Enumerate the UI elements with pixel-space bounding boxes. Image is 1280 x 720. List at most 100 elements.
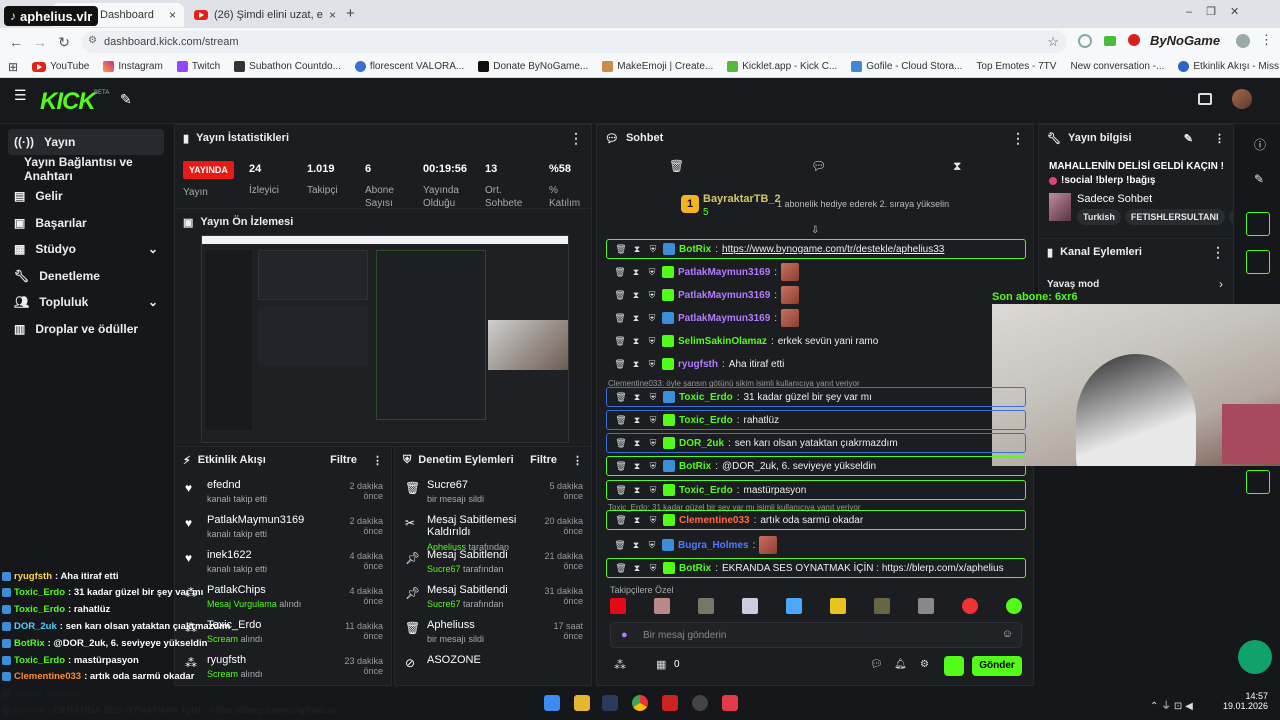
hourglass-icon[interactable]: ⧗ [953,159,961,174]
chat-username[interactable]: ryugfsth [678,359,718,370]
timeout-icon[interactable]: ⧗ [631,415,643,426]
bookmark-gofile[interactable]: Gofile - Cloud Stora... [851,61,962,72]
sidebar-item-droplar[interactable]: ▥ Droplar ve ödüller [8,316,164,342]
user-avatar[interactable] [1232,89,1252,109]
delete-icon[interactable]: 🗑︎ [615,244,627,255]
shield-icon[interactable]: ⛨ [647,415,659,426]
timeout-icon[interactable]: ⧗ [630,313,642,324]
more-icon[interactable]: ⋮ [572,454,583,467]
bynogame-logo[interactable]: ByNoGame [1150,33,1220,48]
back-icon[interactable]: ← [4,34,28,50]
delete-icon[interactable]: 🗑︎ [615,438,627,449]
emote-icon[interactable] [1006,598,1022,614]
delete-icon[interactable]: 🗑︎ [614,540,626,551]
more-icon[interactable]: ⋮ [1211,244,1225,261]
delete-icon[interactable]: 🗑︎ [615,515,627,526]
pencil-icon[interactable]: ✎ [1254,172,1264,186]
shield-icon[interactable]: ⛨ [647,438,659,449]
windows-start-icon[interactable] [544,695,560,711]
category-name[interactable]: Sadece Sohbet [1077,193,1152,205]
chat-message[interactable]: 🗑︎ ⧗ ⛨ SelimSakinOlamaz: erkek sevün yani ra… [606,331,1026,351]
bookmark-etkinlik[interactable]: Etkinlik Akışı - Miss... [1178,61,1280,72]
extension-icon[interactable] [1104,36,1116,46]
bookmark-makeemoji[interactable]: MakeEmoji | Create... [602,61,713,72]
chat-username[interactable]: PatlakMaymun3169 [678,267,770,278]
shield-icon[interactable]: ⛨ [646,359,658,370]
chat-message[interactable]: 🗑︎ ⧗ ⛨ BotRix: EKRANDA SES OYNATMAK İÇİN : h… [606,558,1026,578]
emote-icon[interactable] [874,598,890,614]
bookmark-7tv[interactable]: Top Emotes - 7TV [976,61,1056,72]
valorant-icon[interactable] [722,695,738,711]
chat-message[interactable]: 🗑︎ ⧗ ⛨ Clementine033: artık oda sarmü okadar [606,510,1026,530]
emote-icon[interactable] [742,598,758,614]
emote-icon[interactable] [786,598,802,614]
trash-icon[interactable]: 🗑︎ [669,159,684,173]
sidebar-item-denetleme[interactable]: 🔧︎ Denetleme [8,263,164,289]
scroll-down-icon[interactable]: ⇩ [811,225,819,236]
info-icon[interactable]: ⓘ [1254,136,1266,153]
mic-icon[interactable]: ● [621,629,628,641]
bookmark-twitch[interactable]: Twitch [176,61,220,72]
forward-icon[interactable]: → [28,34,52,50]
chat-message[interactable]: 🗑︎ ⧗ ⛨ Toxic_Erdo: rahatlüz [606,410,1026,430]
shield-icon[interactable]: ⛨ [647,461,659,472]
bookmark-instagram[interactable]: Instagram [103,61,163,72]
feed-item[interactable]: ⊘ ASOZONE [395,652,591,685]
close-icon[interactable]: × [169,8,176,22]
sidebar-item-stream-key[interactable]: Yayın Bağlantısı ve Anahtarı [8,155,164,183]
chat-username[interactable]: DOR_2uk [679,438,724,449]
kick-logo[interactable]: KICK [40,88,96,116]
timeout-icon[interactable]: ⧗ [630,336,642,347]
emote-icon[interactable] [962,598,978,614]
filter-button[interactable]: Filtre [530,454,557,466]
hamburger-menu-icon[interactable]: ☰ [14,88,28,102]
timeout-icon[interactable]: ⧗ [631,563,643,574]
timeout-icon[interactable]: ⧗ [630,359,642,370]
bell-icon[interactable]: 🔔︎ [894,659,907,670]
timeout-icon[interactable]: ⧗ [631,515,643,526]
address-bar[interactable]: ⚙ dashboard.kick.com/stream ☆ [82,31,1067,53]
chat-message[interactable]: 🗑︎ ⧗ ⛨ Toxic_Erdo: mastürpasyon [606,480,1026,500]
close-icon[interactable]: × [329,8,336,22]
timeout-icon[interactable]: ⧗ [631,244,643,255]
shield-icon[interactable]: ⛨ [647,563,659,574]
shield-icon[interactable]: ⛨ [646,290,658,301]
chat-username[interactable]: BotRix [679,461,711,472]
emote-icon[interactable] [610,598,626,614]
send-button[interactable]: Gönder [972,656,1022,676]
obs-icon[interactable] [692,695,708,711]
bookmark-star-icon[interactable]: ☆ [1047,34,1059,50]
shield-icon[interactable]: ⛨ [646,267,658,278]
sidebar-item-studyo[interactable]: ▦ Stüdyo ⌄ [8,236,164,262]
reload-icon[interactable]: ↻ [52,34,76,51]
delete-icon[interactable]: 🗑︎ [615,392,627,403]
shield-icon[interactable]: ⛨ [647,244,659,255]
emoji-icon[interactable]: ☺ [1002,628,1013,640]
chat-username[interactable]: Toxic_Erdo [679,485,733,496]
more-icon[interactable]: ⋮ [1214,132,1225,145]
timeout-icon[interactable]: ⧗ [631,461,643,472]
chat-username[interactable]: BotRix [679,563,711,574]
bookmark-subathon[interactable]: Subathon Countdo... [234,61,341,72]
kick-emote-button[interactable] [944,656,964,676]
bolt-icon[interactable] [1246,250,1270,274]
points-icon[interactable]: ⁂ [614,658,626,672]
delete-icon[interactable]: 🗑︎ [614,313,626,324]
timeout-icon[interactable]: ⧗ [631,438,643,449]
feed-item[interactable]: 📌︎ Mesaj Sabitlendi Sucre67 tarafından 21 d… [395,547,591,581]
layout-icon[interactable] [1246,212,1270,236]
chat-username[interactable]: BotRix [679,244,711,255]
feed-item[interactable]: 📌︎ Mesaj Sabitlendi Sucre67 tarafından 31 d… [395,582,591,616]
chat-message[interactable]: 🗑︎ ⧗ ⛨ PatlakMaymun3169: [606,262,1026,282]
chat-text[interactable]: https://www.bynogame.com/tr/destekle/aph… [722,244,944,255]
feed-item[interactable]: ♥ PatlakMaymun3169 kanalı takip etti 2 daki… [175,512,391,546]
steam-icon[interactable] [602,695,618,711]
slow-mode-toggle[interactable]: Yavaş mod [1047,279,1099,290]
support-chat-button[interactable] [1238,640,1272,674]
tag[interactable]: FETISHLERSULTANI [1124,209,1225,225]
stream-manager-icon[interactable] [1198,93,1212,105]
shield-icon[interactable]: ⛨ [646,313,658,324]
store-icon[interactable]: ▦ [656,658,666,671]
shield-icon[interactable]: ⛨ [647,485,659,496]
window-controls[interactable]: –❐✕ [1186,5,1253,18]
